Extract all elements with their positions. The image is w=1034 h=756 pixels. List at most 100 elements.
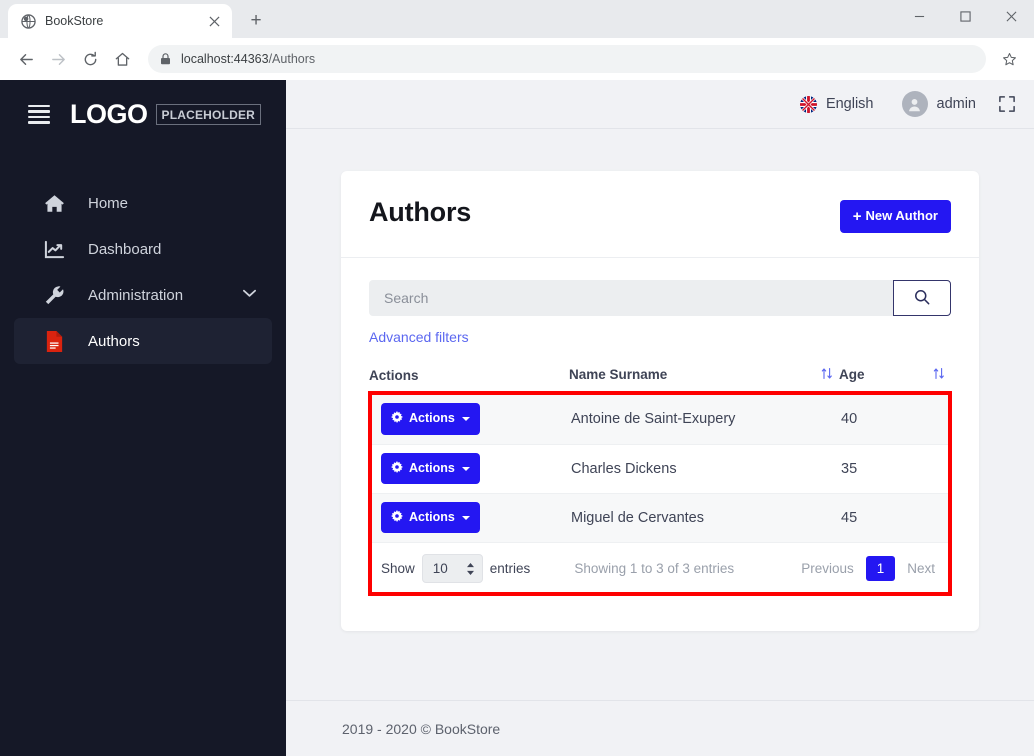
tab-strip: BookStore +	[0, 0, 1034, 38]
address-bar[interactable]: localhost:44363/Authors	[148, 45, 986, 73]
search-row	[369, 280, 951, 316]
page-size-select-wrap: 10 25 50 100	[421, 554, 483, 583]
lock-icon	[160, 53, 171, 65]
table-head: Actions Name Surname Age	[369, 363, 951, 395]
authors-table: Actions Name Surname Age Actions Antoine…	[369, 363, 951, 543]
sidebar-item-home[interactable]: Home	[14, 180, 272, 226]
footer: 2019 - 2020 © BookStore	[286, 700, 1034, 756]
pagination-row: Show 10 25 50 100	[369, 542, 951, 595]
browser-toolbar: localhost:44363/Authors	[0, 38, 1034, 80]
pagination-info: Showing 1 to 3 of 3 entries	[574, 561, 735, 576]
browser-tab[interactable]: BookStore	[8, 4, 232, 38]
row-actions-button[interactable]: Actions	[381, 452, 480, 485]
card-header: Authors + New Author	[341, 171, 979, 258]
search-icon	[914, 289, 930, 308]
authors-table-wrap: Actions Name Surname Age Actions Antoine…	[368, 363, 952, 596]
sidebar-item-dashboard[interactable]: Dashboard	[14, 226, 272, 272]
search-button[interactable]	[893, 280, 951, 316]
document-icon	[42, 330, 66, 352]
language-selector[interactable]: English	[786, 95, 888, 113]
sort-updown-icon[interactable]	[933, 367, 945, 383]
plus-icon: +	[852, 208, 862, 225]
sidebar-brand: LOGO PLACEHOLDER	[0, 80, 286, 148]
forward-icon[interactable]	[44, 45, 72, 73]
back-icon[interactable]	[12, 45, 40, 73]
hamburger-icon[interactable]	[28, 104, 50, 124]
page-size-control: Show 10 25 50 100	[381, 554, 530, 583]
column-name-surname[interactable]: Name Surname	[569, 363, 839, 395]
url-path: /Authors	[268, 52, 316, 66]
cell-name: Charles Dickens	[571, 460, 677, 477]
home-icon	[42, 193, 66, 214]
caret-down-icon	[461, 515, 470, 520]
search-input[interactable]	[369, 280, 894, 316]
top-bar: English admin	[286, 80, 1034, 129]
next-page-button[interactable]: Next	[895, 555, 947, 582]
user-name: admin	[936, 96, 977, 112]
sort-updown-icon[interactable]	[821, 367, 833, 383]
url-host: localhost:44363	[181, 52, 269, 66]
previous-page-button[interactable]: Previous	[789, 555, 866, 582]
language-label: English	[825, 96, 874, 112]
column-label: Age	[839, 367, 865, 382]
star-icon[interactable]	[996, 46, 1022, 72]
home-icon[interactable]	[108, 45, 136, 73]
application: LOGO PLACEHOLDER Home Dashboard Administ…	[0, 80, 1034, 756]
cell-actions: Actions	[369, 395, 569, 444]
close-window-icon[interactable]	[988, 0, 1034, 32]
reload-icon[interactable]	[76, 45, 104, 73]
card-body: Advanced filters Actions	[341, 258, 979, 631]
page-size-select[interactable]: 10 25 50 100	[421, 554, 483, 583]
advanced-filters-link[interactable]: Advanced filters	[369, 329, 951, 345]
gear-icon	[391, 460, 403, 477]
new-author-label: New Author	[865, 208, 938, 224]
column-age[interactable]: Age	[839, 363, 951, 395]
close-icon[interactable]	[204, 11, 224, 31]
cell-actions: Actions	[369, 493, 569, 542]
sidebar-item-label: Dashboard	[88, 240, 162, 258]
cell-age: 45	[841, 509, 858, 526]
new-tab-button[interactable]: +	[242, 7, 270, 35]
page-number-button[interactable]: 1	[865, 556, 896, 581]
cell-age: 40	[841, 411, 858, 428]
page-title: Authors	[369, 197, 472, 227]
caret-down-icon	[461, 466, 470, 471]
sidebar-nav: Home Dashboard Administration Authors	[0, 180, 286, 364]
tab-title: BookStore	[45, 14, 104, 28]
gear-icon	[391, 411, 403, 427]
sidebar-item-administration[interactable]: Administration	[14, 272, 272, 318]
pagination-controls: Previous 1 Next	[789, 555, 947, 582]
maximize-icon[interactable]	[942, 0, 988, 32]
user-menu[interactable]: admin	[888, 91, 991, 117]
minimize-icon[interactable]	[896, 0, 942, 32]
wrench-icon	[42, 285, 66, 306]
fullscreen-icon[interactable]	[998, 95, 1016, 113]
table-row: Actions Antoine de Saint-Exupery 40	[369, 395, 951, 444]
new-author-button[interactable]: + New Author	[839, 200, 951, 233]
table-row: Actions Miguel de Cervantes 45	[369, 493, 951, 542]
url-text: localhost:44363/Authors	[181, 52, 315, 66]
browser-window: BookStore + localhost:44363/Authors LOGO…	[0, 0, 1034, 756]
row-actions-label: Actions	[409, 411, 455, 426]
sidebar-item-label: Authors	[88, 332, 140, 350]
cell-name: Antoine de Saint-Exupery	[571, 411, 736, 428]
chart-icon	[42, 239, 66, 260]
window-controls	[896, 0, 1034, 38]
row-actions-button[interactable]: Actions	[381, 501, 480, 534]
gear-icon	[391, 509, 403, 526]
row-actions-button[interactable]: Actions	[381, 403, 480, 436]
table-row: Actions Charles Dickens 35	[369, 444, 951, 493]
sidebar: LOGO PLACEHOLDER Home Dashboard Administ…	[0, 80, 286, 756]
authors-card: Authors + New Author Search Advanced fil…	[341, 171, 979, 631]
content-area: English admin Authors + New Author Searc…	[286, 80, 1034, 756]
sidebar-item-authors[interactable]: Authors	[14, 318, 272, 364]
chevron-down-icon	[243, 289, 256, 301]
main-panel: Authors + New Author Search Advanced fil…	[286, 129, 1034, 700]
globe-icon	[20, 13, 36, 29]
user-avatar-icon	[901, 91, 928, 117]
show-label: Show	[381, 561, 415, 576]
column-label: Name Surname	[569, 367, 668, 382]
logo-subtext: PLACEHOLDER	[155, 103, 262, 125]
cell-age: 35	[841, 460, 858, 477]
column-label: Actions	[369, 367, 419, 383]
